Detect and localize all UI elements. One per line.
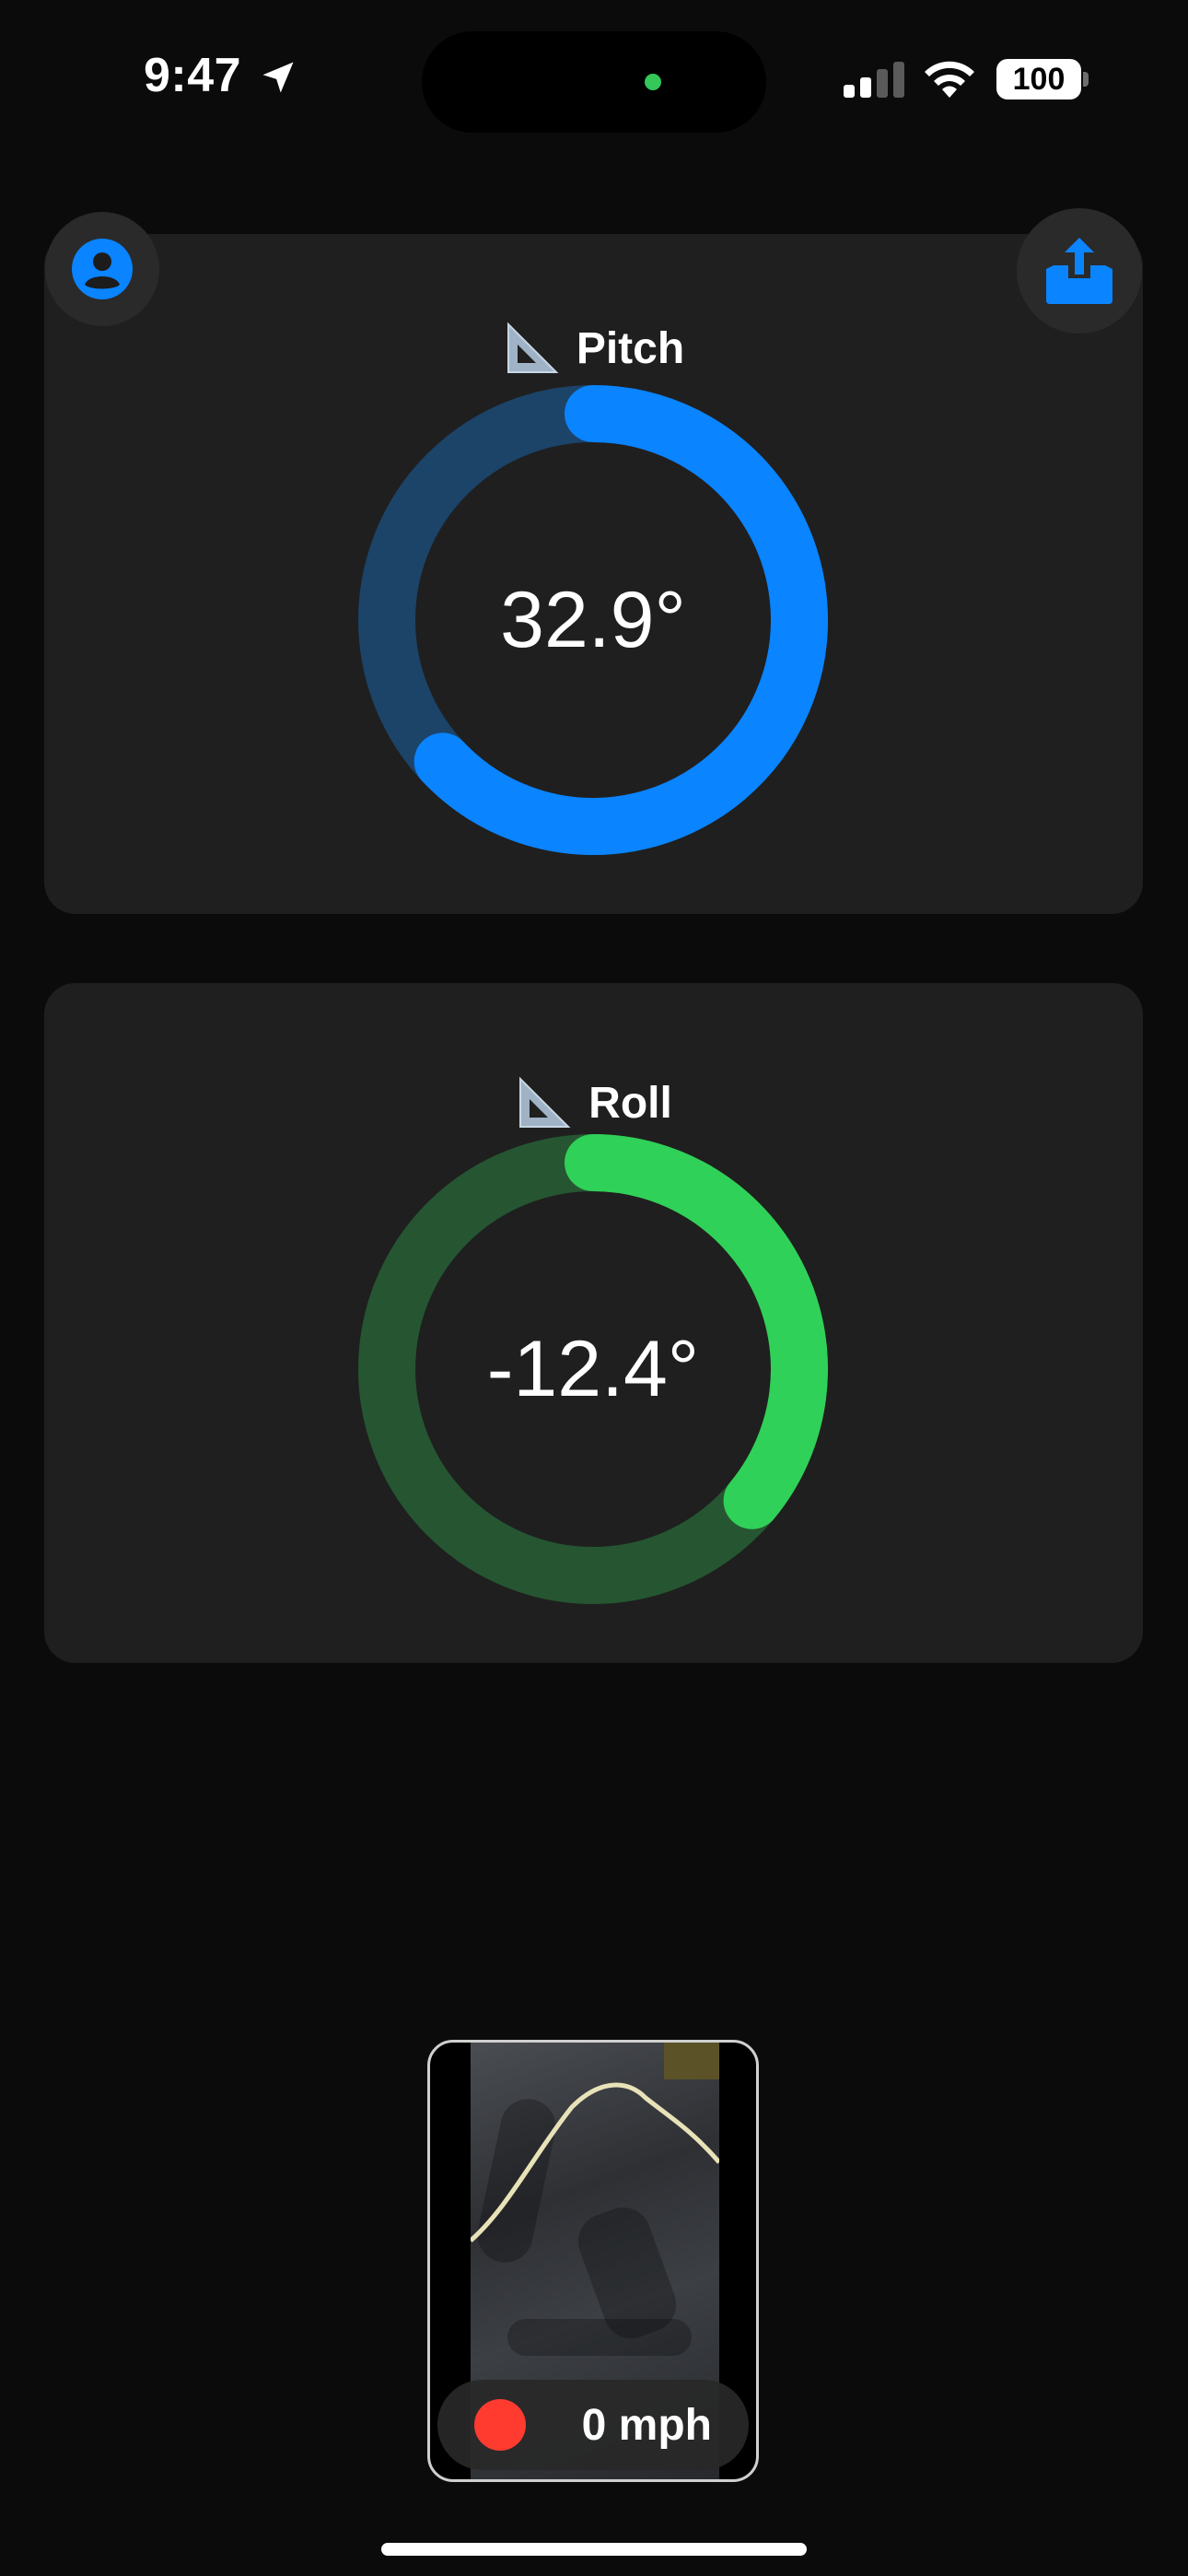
location-arrow-icon	[262, 62, 294, 93]
camera-preview[interactable]: 0 mph	[427, 2040, 759, 2482]
person-circle-icon	[72, 239, 133, 299]
battery-icon: 100	[996, 59, 1081, 100]
pitch-title: Pitch	[44, 319, 1143, 378]
roll-gauge: -12.4°	[358, 1134, 828, 1604]
triangle-ruler-icon	[507, 322, 559, 373]
pitch-label: Pitch	[576, 323, 685, 373]
speed-readout: 0 mph	[581, 2400, 712, 2450]
speed-pill[interactable]: 0 mph	[437, 2380, 749, 2470]
pitch-gauge: 32.9°	[358, 385, 828, 855]
roll-title: Roll	[44, 1073, 1143, 1132]
battery-tip	[1083, 72, 1089, 87]
status-time: 9:47	[144, 49, 242, 102]
roll-label: Roll	[588, 1078, 672, 1128]
camera-in-use-indicator	[645, 74, 661, 90]
status-bar: 9:47 100	[0, 0, 1188, 157]
home-indicator[interactable]	[381, 2543, 807, 2556]
pitch-value: 32.9°	[500, 575, 686, 664]
wifi-icon	[925, 61, 974, 98]
triangle-ruler-icon	[519, 1076, 571, 1128]
roll-value: -12.4°	[486, 1324, 700, 1413]
profile-button[interactable]	[45, 212, 159, 326]
record-button[interactable]	[474, 2399, 526, 2451]
cellular-signal-icon	[844, 62, 904, 98]
dynamic-island	[422, 31, 766, 133]
pitch-card: Pitch 32.9°	[44, 234, 1143, 914]
roll-card: Roll -12.4°	[44, 983, 1143, 1663]
tray-upload-icon	[1046, 238, 1112, 304]
export-button[interactable]	[1017, 208, 1142, 334]
